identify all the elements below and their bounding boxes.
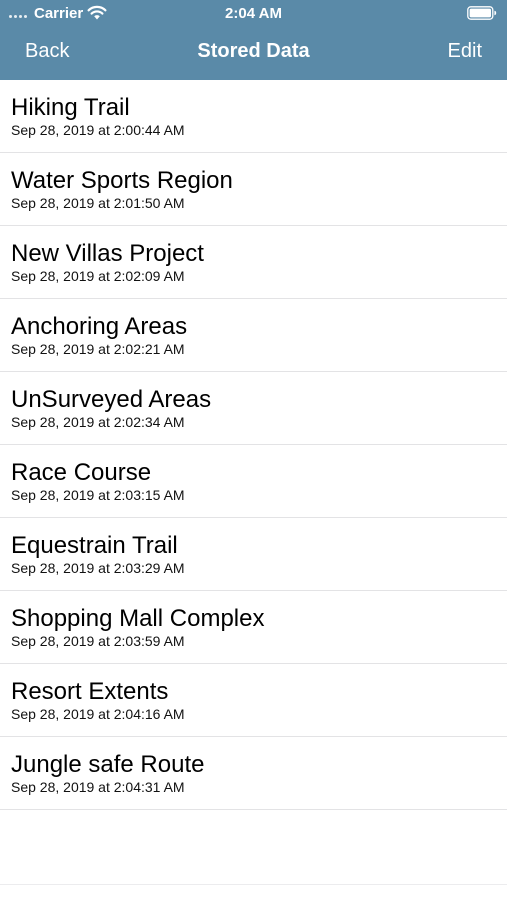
item-date: Sep 28, 2019 at 2:02:09 AM <box>11 268 185 284</box>
page-title: Stored Data <box>197 40 310 62</box>
item-title: Anchoring Areas <box>11 313 188 340</box>
item-title: Jungle safe Route <box>11 751 205 778</box>
list-item[interactable]: New Villas Project Sep 28, 2019 at 2:02:… <box>0 226 507 299</box>
list-item[interactable]: Shopping Mall Complex Sep 28, 2019 at 2:… <box>0 591 507 664</box>
item-date: Sep 28, 2019 at 2:03:15 AM <box>11 487 185 503</box>
item-date: Sep 28, 2019 at 2:04:16 AM <box>11 706 185 722</box>
item-date: Sep 28, 2019 at 2:02:34 AM <box>11 414 185 430</box>
battery-icon <box>467 6 497 20</box>
item-title: Race Course <box>11 459 152 486</box>
item-title: UnSurveyed Areas <box>11 386 212 413</box>
item-date: Sep 28, 2019 at 2:03:29 AM <box>11 560 185 576</box>
item-title: Equestrain Trail <box>11 532 178 559</box>
status-bar: Carrier 2:04 AM <box>0 0 507 26</box>
item-title: New Villas Project <box>11 240 204 267</box>
item-date: Sep 28, 2019 at 2:04:31 AM <box>11 779 185 795</box>
status-time: 2:04 AM <box>225 5 282 22</box>
item-date: Sep 28, 2019 at 2:01:50 AM <box>11 195 185 211</box>
item-date: Sep 28, 2019 at 2:03:59 AM <box>11 633 185 649</box>
list-item[interactable]: Jungle safe Route Sep 28, 2019 at 2:04:3… <box>0 737 507 810</box>
navigation-header: Carrier 2:04 AM Back Stored Data Edit <box>0 0 507 80</box>
list-item[interactable]: Water Sports Region Sep 28, 2019 at 2:01… <box>0 153 507 226</box>
edit-button[interactable]: Edit <box>448 40 482 63</box>
stored-data-list: Hiking Trail Sep 28, 2019 at 2:00:44 AM … <box>0 80 507 810</box>
list-item[interactable]: Anchoring Areas Sep 28, 2019 at 2:02:21 … <box>0 299 507 372</box>
item-title: Hiking Trail <box>11 94 130 121</box>
list-item[interactable]: UnSurveyed Areas Sep 28, 2019 at 2:02:34… <box>0 372 507 445</box>
item-date: Sep 28, 2019 at 2:00:44 AM <box>11 122 185 138</box>
item-title: Water Sports Region <box>11 167 233 194</box>
list-item[interactable]: Equestrain Trail Sep 28, 2019 at 2:03:29… <box>0 518 507 591</box>
item-title: Shopping Mall Complex <box>11 605 265 632</box>
list-bottom-divider <box>0 884 507 885</box>
item-title: Resort Extents <box>11 678 169 705</box>
list-item[interactable]: Race Course Sep 28, 2019 at 2:03:15 AM <box>0 445 507 518</box>
item-date: Sep 28, 2019 at 2:02:21 AM <box>11 341 185 357</box>
list-item[interactable]: Hiking Trail Sep 28, 2019 at 2:00:44 AM <box>0 80 507 153</box>
list-item[interactable]: Resort Extents Sep 28, 2019 at 2:04:16 A… <box>0 664 507 737</box>
